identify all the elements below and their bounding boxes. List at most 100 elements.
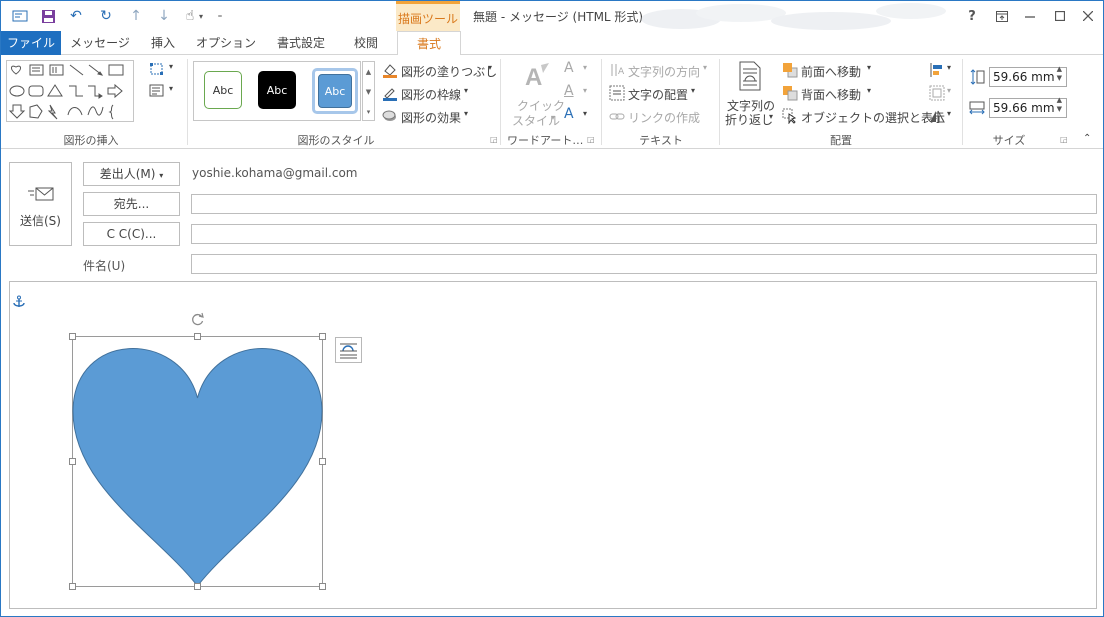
chevron-down-icon[interactable]: ▾ <box>867 86 871 95</box>
send-backward-button[interactable]: 背面へ移動 <box>801 86 861 103</box>
subject-field[interactable] <box>191 254 1097 274</box>
chevron-down-icon[interactable]: ▾ <box>169 62 173 71</box>
text-outline-icon[interactable]: A <box>564 83 574 99</box>
chevron-down-icon[interactable]: ▾ <box>583 109 587 118</box>
cc-field[interactable] <box>191 224 1097 244</box>
text-effects-icon[interactable]: A <box>564 106 574 122</box>
create-link-button[interactable]: リンクの作成 <box>628 109 700 126</box>
chevron-down-icon[interactable]: ▾ <box>691 86 695 95</box>
resize-handle-right[interactable] <box>319 458 326 465</box>
text-direction-button[interactable]: 文字列の方向 <box>628 63 700 80</box>
bring-forward-button[interactable]: 前面へ移動 <box>801 63 861 80</box>
anchor-icon <box>12 295 26 309</box>
cc-button[interactable]: C C(C)... <box>83 222 180 246</box>
layout-options-button[interactable] <box>335 337 362 363</box>
close-icon[interactable] <box>1075 5 1101 27</box>
shape-selection-frame[interactable] <box>72 336 323 587</box>
heart-shape[interactable] <box>72 336 323 587</box>
shape-effects-button[interactable]: 図形の効果 <box>401 109 461 126</box>
wrap-text-label-2[interactable]: 折り返し <box>725 111 773 128</box>
scroll-up-icon[interactable]: ▲ <box>363 62 374 82</box>
selection-pane-button[interactable]: オブジェクトの選択と表示 <box>801 109 945 126</box>
width-spinner-icon[interactable]: ▲ ▼ <box>1057 96 1062 114</box>
chevron-down-icon[interactable]: ▾ <box>703 63 707 72</box>
shape-height-input[interactable]: 59.66 mm ▲ ▼ <box>989 65 1067 87</box>
customize-qat-icon[interactable]: ₌ <box>213 6 227 26</box>
dialog-launcher-icon[interactable]: ◲ <box>1060 135 1068 144</box>
to-button[interactable]: 宛先... <box>83 192 180 216</box>
outlook-app-icon[interactable] <box>9 6 31 26</box>
chevron-down-icon[interactable]: ▾ <box>947 109 951 118</box>
group-divider <box>500 59 501 145</box>
styles-gallery-scroll[interactable]: ▲ ▼ ▾ <box>362 61 375 121</box>
text-fill-icon[interactable]: A <box>564 60 574 76</box>
outlook-message-window: ↶ ↻ ↑ ↓ ☝ ▾ ₌ 描画ツール 無題 - メッセージ (HTML 形式)… <box>0 0 1104 617</box>
style-sample-outline[interactable]: Abc <box>204 71 242 109</box>
chevron-down-icon[interactable]: ▾ <box>867 63 871 72</box>
send-button[interactable]: 送信(S) <box>9 162 72 246</box>
down-arrow-icon[interactable]: ↓ <box>153 6 175 26</box>
dialog-launcher-icon[interactable]: ◲ <box>587 135 595 144</box>
pencil-outline-icon <box>382 85 398 101</box>
svg-text:A: A <box>525 64 542 91</box>
tab-message[interactable]: メッセージ <box>67 31 133 55</box>
align-objects-icon[interactable] <box>929 62 945 78</box>
edit-shape-icon[interactable] <box>149 61 165 77</box>
chevron-down-icon[interactable]: ▾ <box>488 63 492 72</box>
minimize-icon[interactable] <box>1017 5 1043 27</box>
resize-handle-bottom-right[interactable] <box>319 583 326 590</box>
chevron-down-icon[interactable]: ▾ <box>769 112 773 121</box>
chevron-down-icon[interactable]: ▾ <box>551 113 555 122</box>
resize-handle-bottom[interactable] <box>194 583 201 590</box>
resize-handle-left[interactable] <box>69 458 76 465</box>
tab-options[interactable]: オプション <box>193 31 259 55</box>
from-button[interactable]: 差出人(M) ▾ <box>83 162 180 186</box>
collapse-ribbon-icon[interactable]: ⌃ <box>1083 133 1091 144</box>
redo-icon[interactable]: ↻ <box>95 6 117 26</box>
shapes-gallery[interactable] <box>6 60 134 122</box>
gallery-more-icon[interactable]: ▾ <box>363 102 374 120</box>
style-sample-selected-frame[interactable]: Abc <box>312 68 358 114</box>
shape-width-input[interactable]: 59.66 mm ▲ ▼ <box>989 96 1067 118</box>
tab-format-text[interactable]: 書式設定 <box>267 31 335 55</box>
chevron-down-icon[interactable]: ▾ <box>947 63 951 72</box>
wrap-text-icon <box>737 61 763 91</box>
chevron-down-icon[interactable]: ▾ <box>583 63 587 72</box>
cloud-decoration <box>641 3 946 30</box>
ribbon-display-options-icon[interactable] <box>989 5 1015 27</box>
shape-fill-button[interactable]: 図形の塗りつぶし <box>401 63 497 80</box>
tab-file[interactable]: ファイル <box>1 31 61 55</box>
chevron-down-icon[interactable]: ▾ <box>196 6 206 26</box>
to-field[interactable] <box>191 194 1097 214</box>
rotate-icon[interactable] <box>929 108 945 124</box>
resize-handle-top[interactable] <box>194 333 201 340</box>
tab-review[interactable]: 校閲 <box>341 31 391 55</box>
shape-outline-button[interactable]: 図形の枠線 <box>401 86 461 103</box>
chevron-down-icon[interactable]: ▾ <box>947 86 951 95</box>
maximize-icon[interactable] <box>1047 5 1073 27</box>
resize-handle-top-left[interactable] <box>69 333 76 340</box>
resize-handle-top-right[interactable] <box>319 333 326 340</box>
tab-shape-format[interactable]: 書式 <box>397 31 461 56</box>
drawing-tools-context-label: 描画ツール <box>396 1 460 31</box>
group-objects-icon[interactable] <box>929 85 945 101</box>
chevron-down-icon[interactable]: ▾ <box>464 86 468 95</box>
up-arrow-icon[interactable]: ↑ <box>125 6 147 26</box>
text-box-icon[interactable] <box>149 83 165 99</box>
dialog-launcher-icon[interactable]: ◲ <box>490 135 498 144</box>
help-icon[interactable]: ? <box>959 5 985 27</box>
style-sample-black[interactable]: Abc <box>258 71 296 109</box>
height-spinner-icon[interactable]: ▲ ▼ <box>1057 65 1062 83</box>
chevron-down-icon[interactable]: ▾ <box>583 86 587 95</box>
scroll-down-icon[interactable]: ▼ <box>363 82 374 102</box>
shape-styles-gallery[interactable]: Abc Abc Abc <box>193 61 361 121</box>
resize-handle-bottom-left[interactable] <box>69 583 76 590</box>
save-icon[interactable] <box>37 6 59 26</box>
chevron-down-icon[interactable]: ▾ <box>169 84 173 93</box>
rotate-handle-icon[interactable] <box>190 311 206 327</box>
chevron-down-icon[interactable]: ▾ <box>464 109 468 118</box>
tab-insert[interactable]: 挿入 <box>141 31 185 55</box>
undo-icon[interactable]: ↶ <box>65 6 87 26</box>
align-text-button[interactable]: 文字の配置 <box>628 86 688 103</box>
subject-label: 件名(U) <box>83 259 126 273</box>
